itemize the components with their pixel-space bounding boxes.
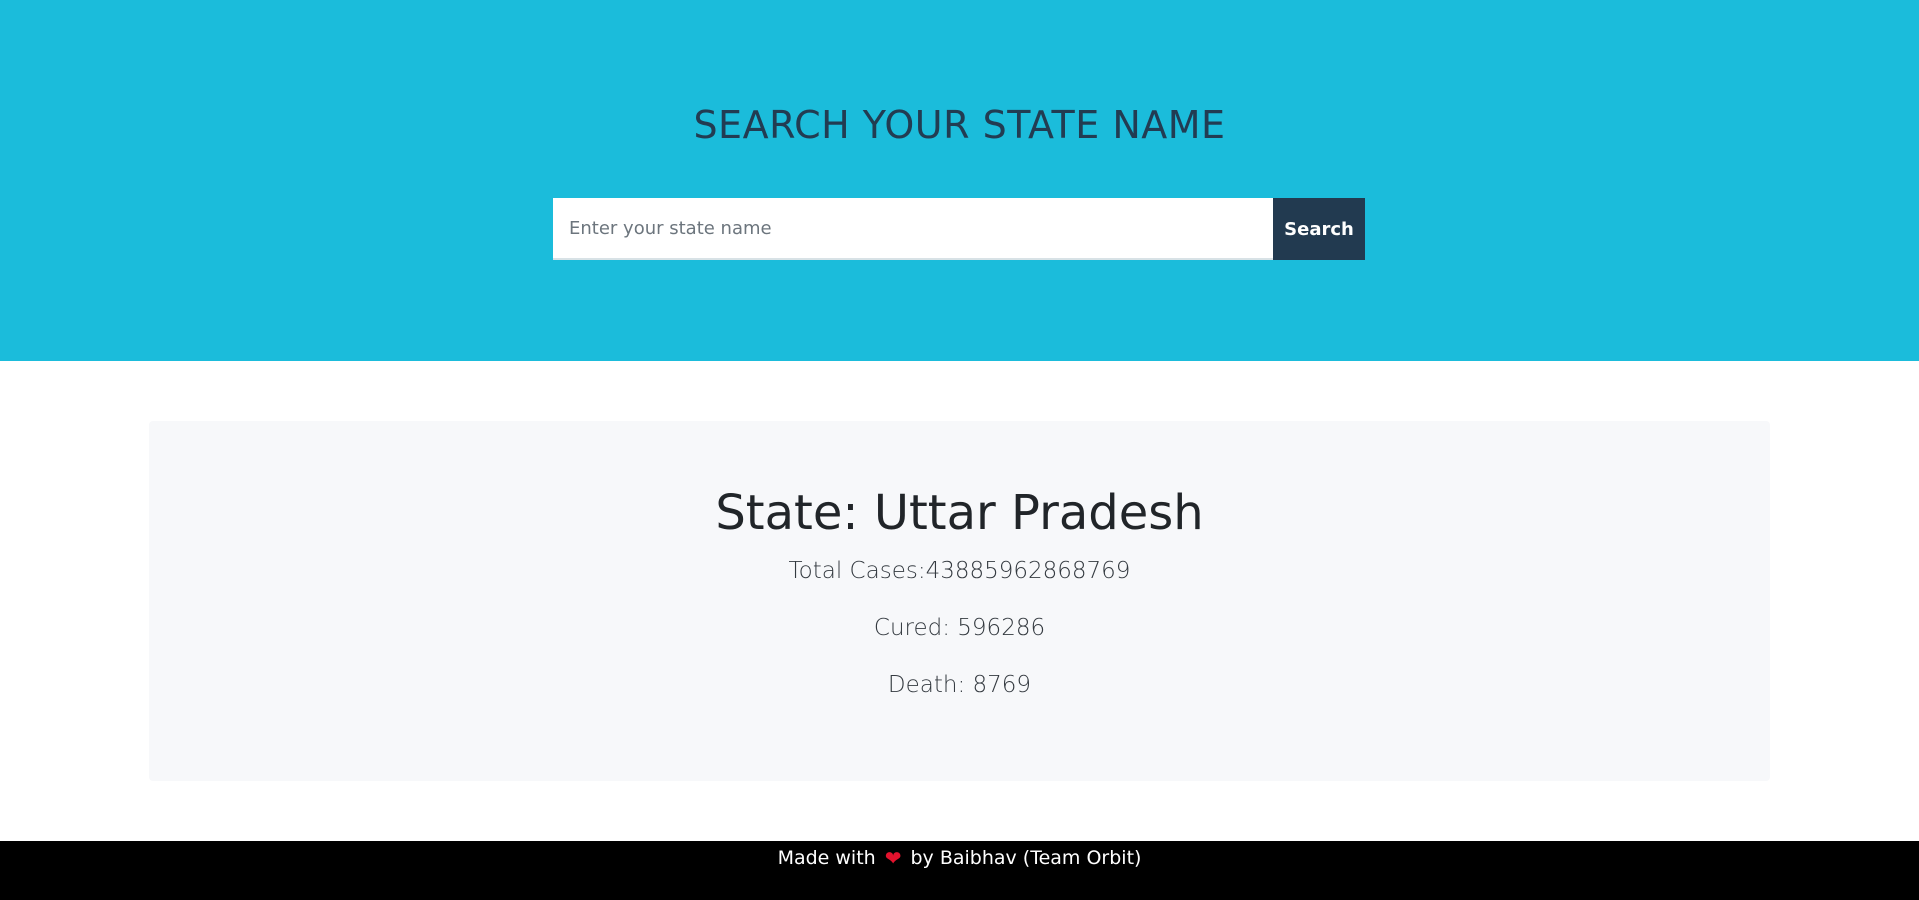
hero-banner: SEARCH YOUR STATE NAME Search xyxy=(0,0,1919,361)
result-card: State: Uttar Pradesh Total Cases:4388596… xyxy=(149,421,1770,781)
death-text: Death: 8769 xyxy=(887,672,1032,698)
state-heading: State: Uttar Pradesh xyxy=(715,485,1204,541)
footer-made-with: Made with xyxy=(777,847,876,869)
page-title: SEARCH YOUR STATE NAME xyxy=(693,103,1226,147)
heart-icon: ❤ xyxy=(884,846,902,870)
cured-text: Cured: 596286 xyxy=(873,615,1046,641)
total-cases-text: Total Cases:43885962868769 xyxy=(788,558,1131,584)
footer-credit: by Baibhav (Team Orbit) xyxy=(910,847,1142,869)
search-button[interactable]: Search xyxy=(1273,198,1365,260)
search-input[interactable] xyxy=(553,198,1273,260)
search-group: Search xyxy=(553,198,1365,260)
footer: Made with ❤ by Baibhav (Team Orbit) xyxy=(0,841,1919,900)
